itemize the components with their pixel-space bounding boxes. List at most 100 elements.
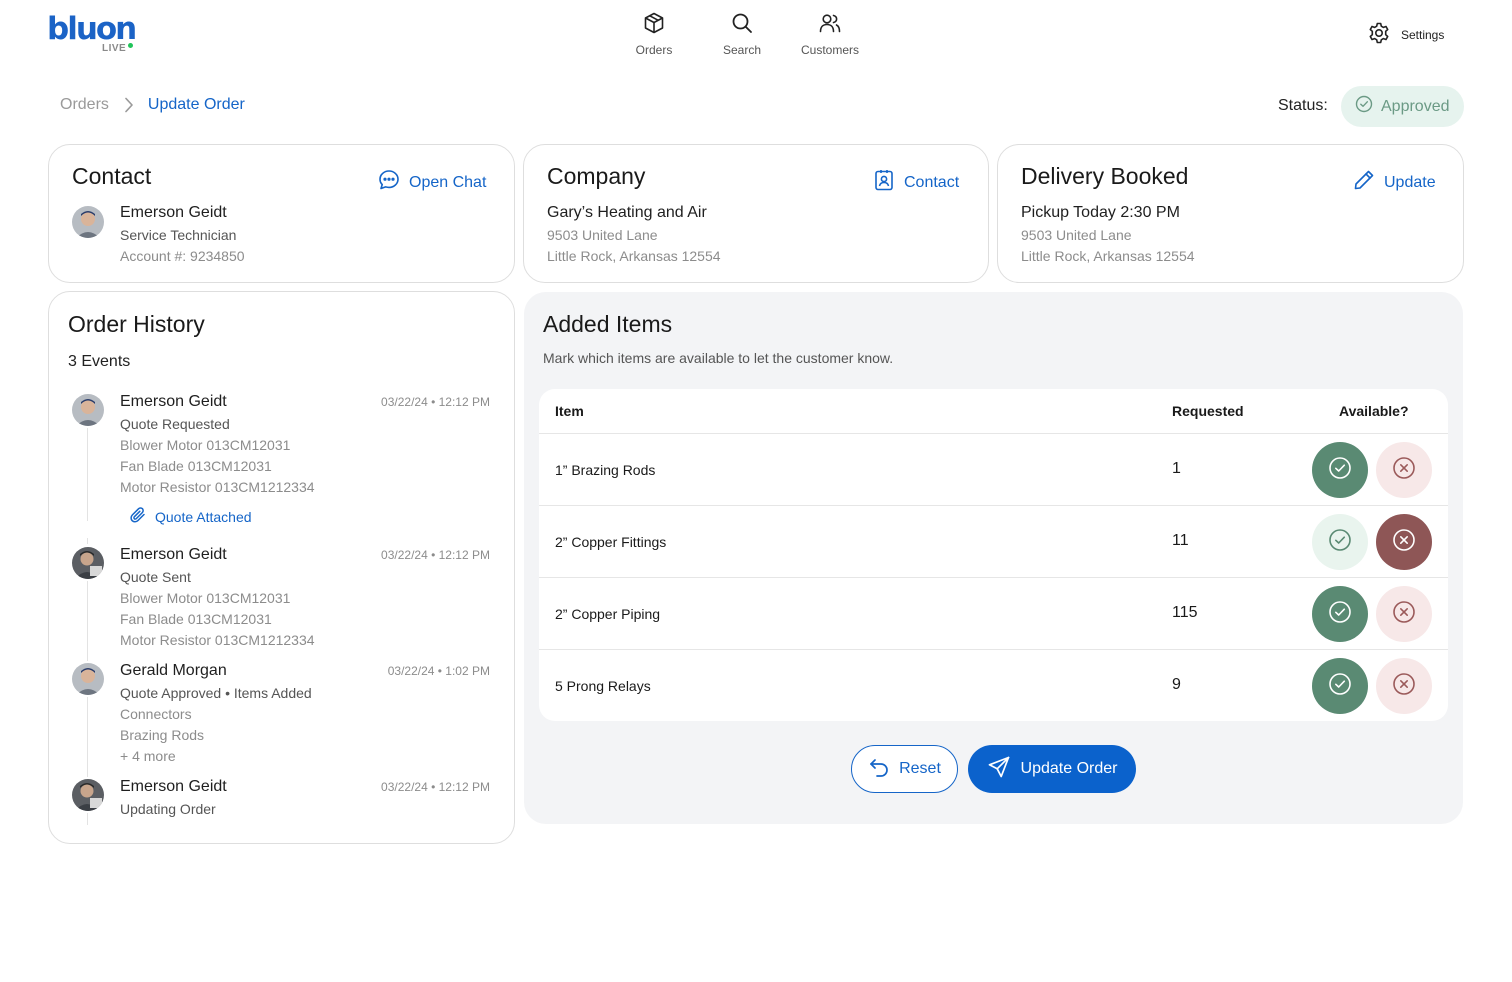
order-history-title: Order History	[68, 311, 205, 337]
event-item: Fan Blade 013CM12031	[120, 611, 272, 627]
reset-label: Reset	[899, 760, 941, 777]
table-row: 2” Copper Piping 115	[539, 578, 1448, 650]
contact-role: Service Technician	[120, 227, 237, 243]
company-contact-button[interactable]: Contact	[872, 168, 959, 197]
chevron-right-icon	[124, 97, 134, 113]
item-name: 2” Copper Fittings	[555, 534, 667, 550]
open-chat-button[interactable]: Open Chat	[377, 168, 486, 197]
x-circle-icon	[1392, 456, 1416, 485]
event-action: Quote Requested	[120, 416, 230, 432]
avatar	[72, 206, 104, 238]
added-items-title: Added Items	[543, 311, 673, 337]
event-timestamp: 03/22/24 • 12:12 PM	[381, 780, 490, 794]
company-address-line2: Little Rock, Arkansas 12554	[547, 248, 721, 264]
event-item: Brazing Rods	[120, 727, 205, 743]
check-circle-icon	[1328, 456, 1352, 485]
contact-card-title: Contact	[72, 163, 152, 189]
company-contact-label: Contact	[904, 173, 960, 191]
undo-arrow-icon	[868, 756, 890, 783]
nav-orders-label: Orders	[635, 43, 673, 57]
items-table: Item Requested Available? 1” Brazing Rod…	[539, 389, 1448, 721]
mark-available-button[interactable]	[1312, 514, 1368, 570]
company-address-line1: 9503 United Lane	[547, 227, 658, 243]
pickup-time: Pickup Today 2:30 PM	[1021, 204, 1180, 221]
added-items-description: Mark which items are available to let th…	[543, 350, 894, 366]
mark-available-button[interactable]	[1312, 586, 1368, 642]
item-name: 5 Prong Relays	[555, 678, 651, 694]
nav-orders[interactable]: Orders	[609, 11, 699, 61]
item-requested-qty: 1	[1172, 460, 1181, 477]
company-name: Gary’s Heating and Air	[547, 204, 707, 221]
added-items-panel: Added Items Mark which items are availab…	[524, 292, 1463, 824]
check-circle-icon	[1328, 600, 1352, 629]
logo-wordmark: bluon	[47, 11, 137, 47]
paperclip-icon	[129, 506, 147, 527]
event-action: Quote Sent	[120, 569, 191, 585]
event-timestamp: 03/22/24 • 12:12 PM	[381, 395, 490, 409]
mark-unavailable-button[interactable]	[1376, 586, 1432, 642]
update-order-label: Update Order	[1020, 760, 1118, 777]
breadcrumb: Orders Update Order	[60, 96, 245, 114]
event-author: Emerson Geidt	[120, 393, 227, 410]
event-more-link[interactable]: + 4 more	[120, 748, 176, 764]
event-item: Blower Motor 013CM12031	[120, 437, 291, 453]
reset-button[interactable]: Reset	[851, 745, 958, 793]
timeline-connector	[87, 813, 88, 825]
event-action: Updating Order	[120, 801, 216, 817]
avatar	[72, 394, 104, 426]
nav-customers[interactable]: Customers	[785, 11, 875, 61]
chat-bubble-icon	[377, 168, 401, 197]
check-circle-icon	[1328, 528, 1352, 557]
gear-icon	[1367, 21, 1391, 50]
item-requested-qty: 11	[1172, 532, 1189, 549]
event-timestamp: 03/22/24 • 1:02 PM	[387, 664, 490, 678]
contact-badge-icon	[872, 168, 896, 197]
column-header-item: Item	[555, 403, 584, 419]
mark-available-button[interactable]	[1312, 442, 1368, 498]
mark-unavailable-button[interactable]	[1376, 658, 1432, 714]
delivery-card-title: Delivery Booked	[1021, 163, 1189, 189]
users-icon	[785, 11, 875, 35]
nav-customers-label: Customers	[800, 43, 859, 57]
order-history-card: Order History 3 Events Emerson Geidt 03/…	[48, 291, 515, 844]
contact-account: Account #: 9234850	[120, 248, 245, 264]
x-circle-icon	[1392, 528, 1416, 557]
bluon-logo[interactable]: bluon LIVE	[47, 13, 137, 57]
mark-unavailable-button[interactable]	[1376, 442, 1432, 498]
pencil-icon	[1352, 168, 1376, 197]
item-requested-qty: 9	[1172, 676, 1181, 693]
logo-live-label: LIVE	[102, 43, 127, 54]
event-item: Motor Resistor 013CM1212334	[120, 632, 315, 648]
send-icon	[987, 755, 1011, 784]
delivery-address-line1: 9503 United Lane	[1021, 227, 1132, 243]
top-navigation: bluon LIVE Orders Search Customers Setti…	[0, 0, 1512, 72]
update-delivery-button[interactable]: Update	[1352, 168, 1436, 197]
company-card: Company Contact Gary’s Heating and Air 9…	[523, 144, 989, 283]
status-label: Status:	[1278, 97, 1328, 114]
nav-search-label: Search	[722, 43, 762, 57]
contact-name: Emerson Geidt	[120, 204, 227, 221]
quote-attachment-link[interactable]: Quote Attached	[129, 506, 252, 527]
item-name: 2” Copper Piping	[555, 606, 661, 622]
event-item: Connectors	[120, 706, 192, 722]
delivery-address-line2: Little Rock, Arkansas 12554	[1021, 248, 1195, 264]
table-row: 5 Prong Relays 9	[539, 650, 1448, 721]
update-order-button[interactable]: Update Order	[968, 745, 1136, 793]
breadcrumb-orders-link[interactable]: Orders	[60, 96, 109, 114]
company-card-title: Company	[547, 163, 646, 189]
item-requested-qty: 115	[1172, 604, 1198, 621]
check-circle-icon	[1328, 672, 1352, 701]
delivery-card: Delivery Booked Update Pickup Today 2:30…	[997, 144, 1464, 283]
settings-button[interactable]: Settings	[1367, 22, 1444, 48]
live-indicator-dot	[128, 43, 133, 48]
x-circle-icon	[1392, 672, 1416, 701]
event-item: Blower Motor 013CM12031	[120, 590, 291, 606]
mark-available-button[interactable]	[1312, 658, 1368, 714]
events-count: 3 Events	[68, 353, 131, 370]
mark-unavailable-button[interactable]	[1376, 514, 1432, 570]
timeline-connector	[87, 697, 88, 777]
nav-search[interactable]: Search	[697, 11, 787, 61]
settings-label: Settings	[1401, 28, 1445, 42]
timeline-connector	[87, 581, 88, 661]
table-row: 1” Brazing Rods 1	[539, 434, 1448, 506]
